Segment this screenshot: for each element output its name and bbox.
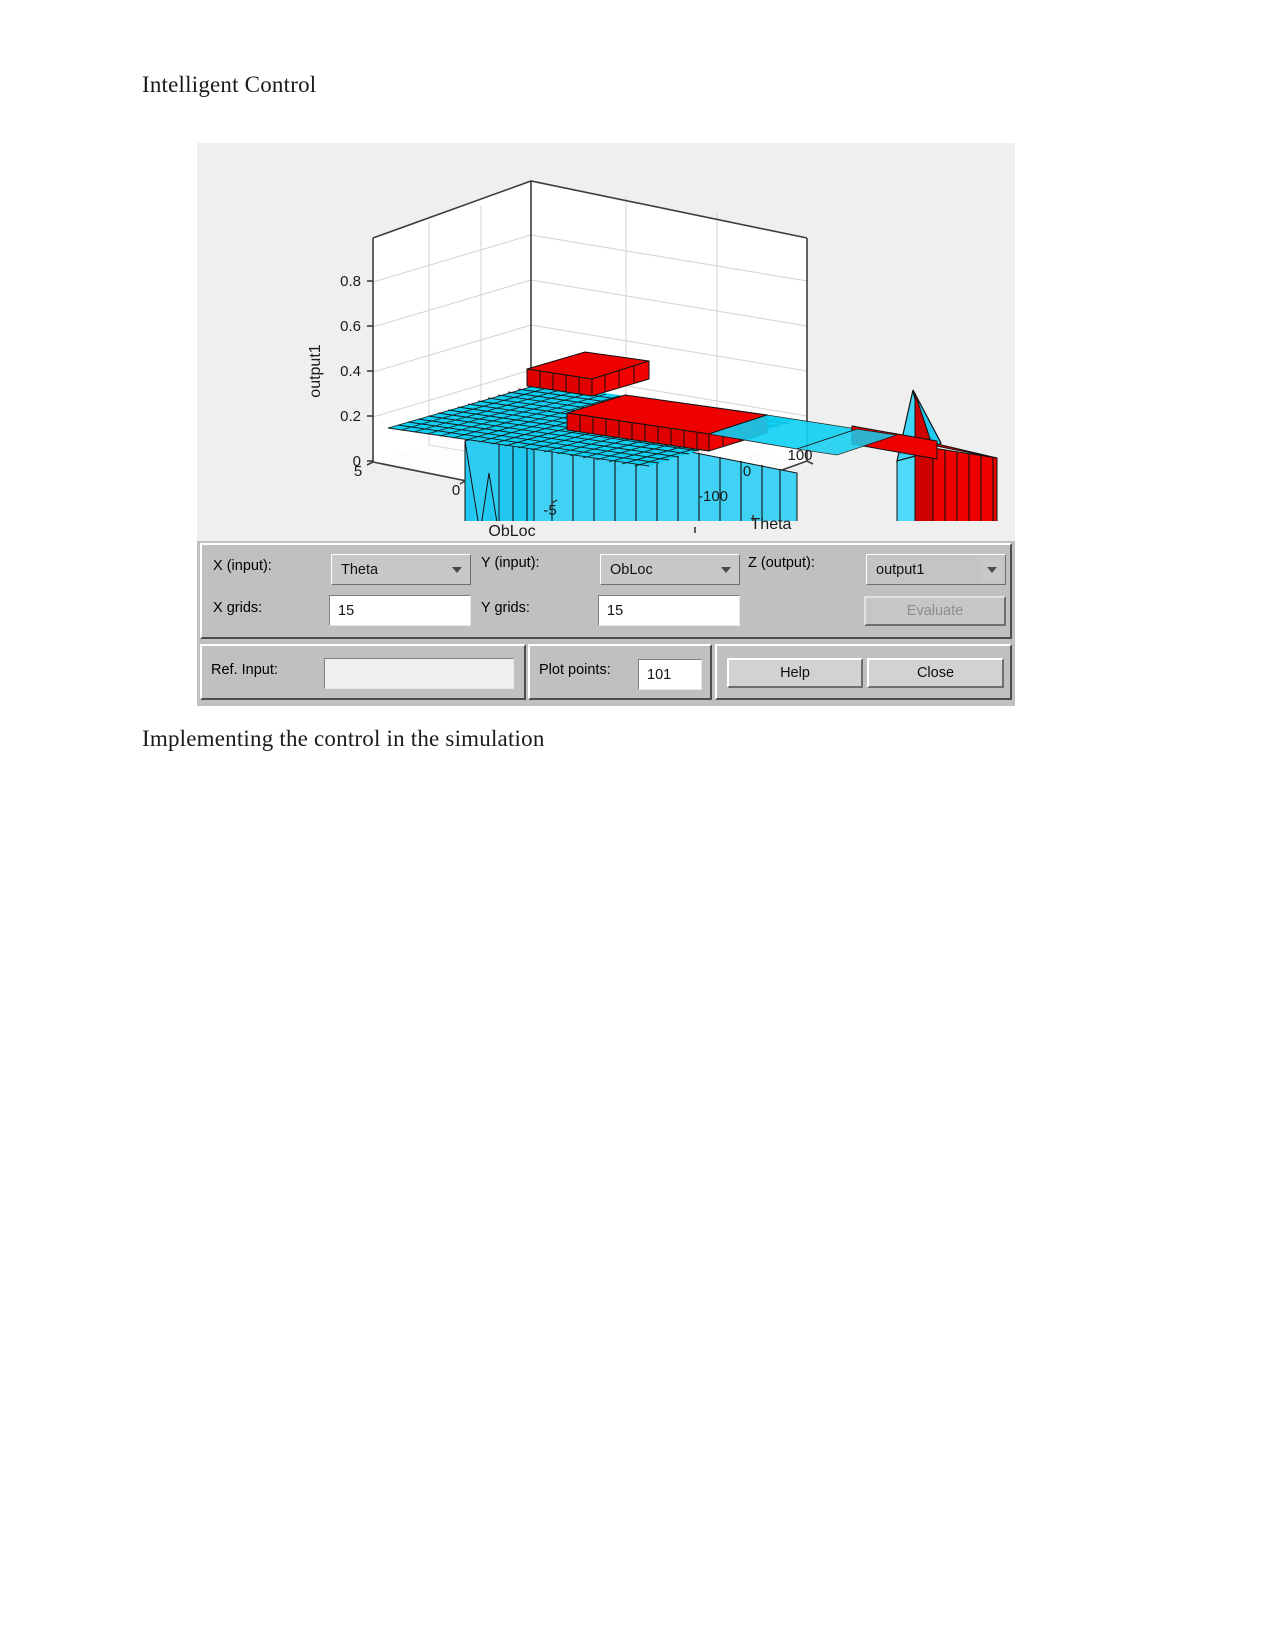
- chevron-down-icon[interactable]: [715, 557, 737, 582]
- y-grids-label: Y grids:: [481, 600, 530, 616]
- page-title: Intelligent Control: [142, 72, 317, 97]
- z-axis-label: output1: [307, 344, 324, 397]
- x-grids-value: 15: [338, 602, 355, 619]
- plot-points-panel: Plot points: 101: [528, 644, 712, 700]
- ref-input-panel: Ref. Input:: [200, 644, 526, 700]
- z-axis: 0 0.2 0.4 0.6 0.8 output1: [307, 273, 373, 470]
- plot-points-value: 101: [647, 666, 672, 683]
- close-button[interactable]: Close: [867, 658, 1004, 688]
- y-tick-5: 5: [354, 463, 362, 480]
- x-tick-100: 100: [787, 447, 812, 464]
- x-input-dropdown[interactable]: Theta: [331, 554, 471, 585]
- z-tick-08: 0.8: [340, 273, 361, 290]
- io-settings-panel: X (input): Theta Y (input): ObLoc Z (out…: [200, 543, 1012, 639]
- x-input-label: X (input):: [213, 558, 272, 574]
- y-grids-value: 15: [607, 602, 624, 619]
- x-grids-label: X grids:: [213, 600, 263, 616]
- y-grids-input[interactable]: 15: [598, 595, 740, 626]
- surface-plot-area: 0 0.2 0.4 0.6 0.8 output1 5 0 -5 ObLoc -…: [197, 143, 1015, 541]
- y-tick-neg5: -5: [543, 502, 556, 519]
- x-axis-label: Theta: [751, 516, 792, 533]
- z-output-label: Z (output):: [748, 555, 815, 571]
- help-button[interactable]: Help: [727, 658, 863, 688]
- ref-input-field[interactable]: [324, 658, 514, 689]
- plot-points-input[interactable]: 101: [638, 659, 702, 690]
- y-axis-label: ObLoc: [488, 523, 535, 540]
- surface-viewer-window: 0 0.2 0.4 0.6 0.8 output1 5 0 -5 ObLoc -…: [197, 143, 1015, 706]
- x-input-value: Theta: [341, 561, 379, 578]
- y-input-value: ObLoc: [610, 561, 653, 578]
- action-buttons-panel: Help Close: [715, 644, 1012, 700]
- ref-input-label: Ref. Input:: [211, 662, 278, 678]
- x-tick-neg100: -100: [698, 488, 728, 505]
- chevron-down-icon[interactable]: [446, 557, 468, 582]
- x-tick-0: 0: [743, 463, 751, 480]
- z-tick-04: 0.4: [340, 363, 361, 380]
- plot-points-label: Plot points:: [539, 662, 611, 678]
- page-caption: Implementing the control in the simulati…: [142, 726, 545, 751]
- x-grids-input[interactable]: 15: [329, 595, 471, 626]
- surface-plot-svg: 0 0.2 0.4 0.6 0.8 output1 5 0 -5 ObLoc -…: [197, 180, 1015, 541]
- evaluate-button[interactable]: Evaluate: [864, 596, 1006, 626]
- z-output-dropdown[interactable]: output1: [866, 554, 1006, 585]
- chevron-down-icon[interactable]: [981, 557, 1003, 582]
- y-input-label: Y (input):: [481, 555, 540, 571]
- z-tick-02: 0.2: [340, 408, 361, 425]
- z-output-value: output1: [876, 561, 925, 578]
- y-input-dropdown[interactable]: ObLoc: [600, 554, 740, 585]
- z-tick-06: 0.6: [340, 318, 361, 335]
- y-tick-0: 0: [452, 482, 460, 499]
